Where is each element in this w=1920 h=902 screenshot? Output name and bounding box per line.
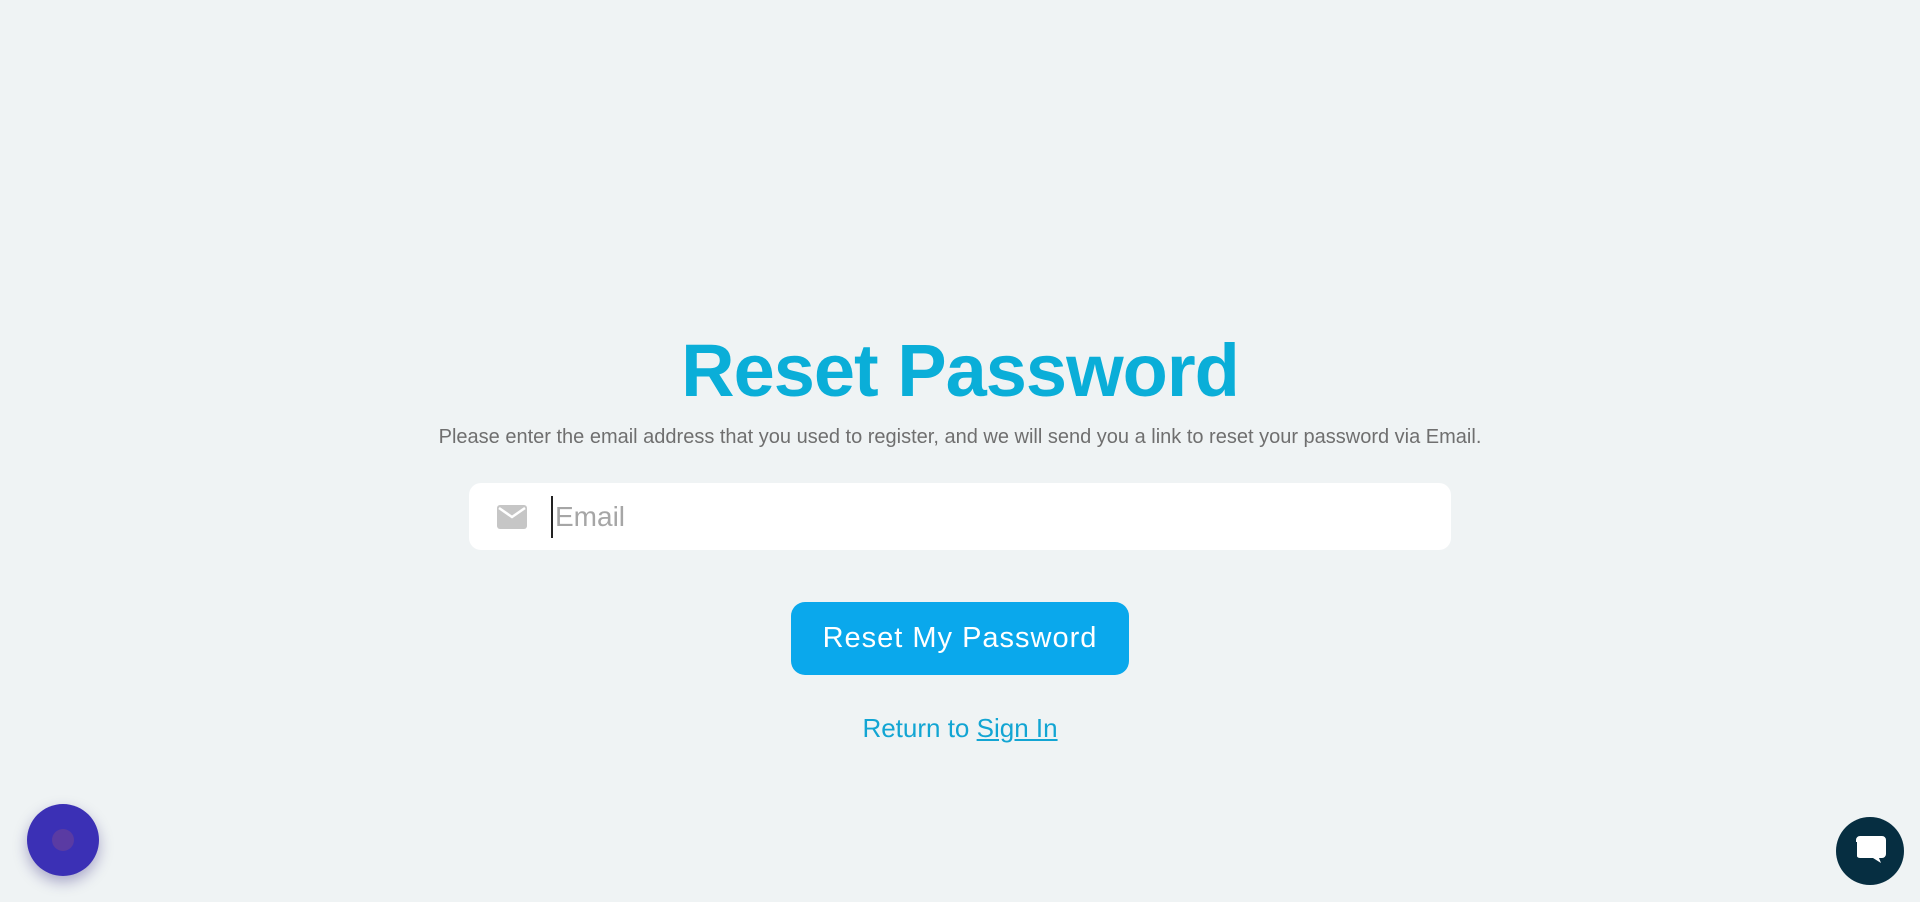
reset-password-button[interactable]: Reset My Password	[791, 602, 1129, 675]
email-input[interactable]	[551, 495, 1451, 538]
chat-widget-button[interactable]	[1836, 817, 1904, 885]
page-subtitle: Please enter the email address that you …	[438, 426, 1482, 448]
page-title: Reset Password	[681, 329, 1240, 412]
email-field-container[interactable]	[469, 483, 1451, 550]
reset-password-page: Reset Password Please enter the email ad…	[0, 0, 1920, 902]
signin-link[interactable]: Sign In	[977, 713, 1058, 743]
mail-icon	[497, 504, 527, 529]
chat-bubble-icon	[1851, 832, 1889, 871]
return-prefix: Return to	[862, 713, 977, 743]
assistant-launcher-icon	[52, 829, 74, 851]
return-to-signin: Return to Sign In	[862, 713, 1057, 744]
reset-password-form: Reset Password Please enter the email ad…	[0, 326, 1920, 744]
assistant-launcher-button[interactable]	[27, 804, 99, 876]
